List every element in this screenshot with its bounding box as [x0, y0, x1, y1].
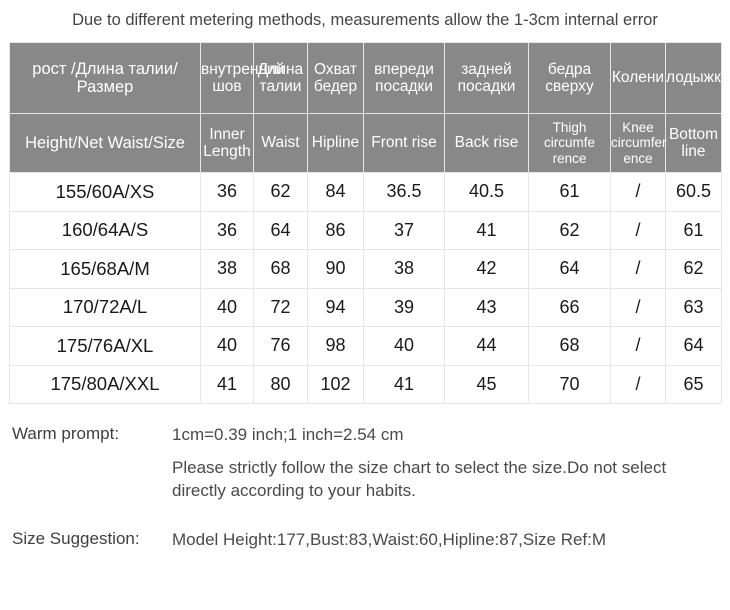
size-cell: 175/80A/XXL [9, 364, 201, 404]
back-rise-cell: 40.5 [444, 172, 529, 212]
hipline-cell: 90 [307, 249, 364, 289]
hipline-cell: 102 [307, 364, 364, 404]
front-rise-cell: 41 [363, 364, 445, 404]
header-en-size: Height/Net Waist/Size [9, 113, 201, 173]
notes-section: Warm prompt: 1cm=0.39 inch;1 inch=2.54 c… [0, 424, 730, 552]
front-rise-cell: 40 [363, 326, 445, 366]
waist-cell: 72 [253, 287, 308, 327]
header-en-front-rise: Front rise [363, 113, 445, 173]
thigh-circumference-cell: 64 [528, 249, 611, 289]
knee-circumference-cell: / [610, 326, 666, 366]
knee-circumference-cell: / [610, 287, 666, 327]
inner-length-cell: 41 [200, 364, 254, 404]
header-row-english: Height/Net Waist/Size Inner Length Waist… [9, 113, 722, 173]
back-rise-cell: 42 [444, 249, 529, 289]
unit-conversion-text: 1cm=0.39 inch;1 inch=2.54 cm [172, 425, 404, 444]
back-rise-cell: 43 [444, 287, 529, 327]
header-ru-bottom: лодыжки [665, 42, 730, 114]
size-suggestion-value: Model Height:177,Bust:83,Waist:60,Hiplin… [172, 529, 607, 549]
header-en-knee: Knee circumfer ence [610, 113, 667, 173]
header-en-hipline: Hipline [307, 113, 364, 173]
size-suggestion-row: Size Suggestion: Model Height:177,Bust:8… [0, 529, 730, 552]
table-row: 165/68A/M 38 68 90 38 42 64/62 [9, 249, 722, 289]
header-ru-front-rise: впереди посадки [363, 42, 445, 114]
size-cell: 170/72A/L [9, 287, 201, 327]
header-ru-thigh: бедра сверху [528, 42, 611, 114]
knee-circumference-cell: / [610, 172, 666, 212]
thigh-circumference-cell: 61 [528, 172, 611, 212]
waist-cell: 76 [253, 326, 308, 366]
size-chart-table: рост /Длина талии/Размер внутренний шов … [9, 42, 730, 404]
table-row: 155/60A/XS 36 62 84 36.5 40.5 61/60.5 [9, 172, 722, 212]
header-en-bottom: Bottom line [665, 113, 722, 173]
size-cell: 160/64A/S [9, 210, 201, 250]
size-chart-container: рост /Длина талии/Размер внутренний шов … [9, 42, 730, 404]
size-selection-instruction: Please strictly follow the size chart to… [172, 457, 667, 500]
bottom-line-cell: 64 [665, 326, 722, 366]
size-cell: 155/60A/XS [9, 172, 201, 212]
table-row: 170/72A/L 40 72 94 39 43 66/63 [9, 287, 722, 327]
inner-length-cell: 40 [200, 326, 254, 366]
knee-circumference-cell: / [610, 364, 666, 404]
waist-cell: 64 [253, 210, 308, 250]
hipline-cell: 94 [307, 287, 364, 327]
waist-cell: 62 [253, 172, 308, 212]
metering-error-notice: Due to different metering methods, measu… [72, 10, 658, 29]
warm-prompt-instruction-row: Please strictly follow the size chart to… [0, 457, 730, 503]
front-rise-cell: 36.5 [363, 172, 445, 212]
knee-circumference-cell: / [610, 210, 666, 250]
header-en-waist: Waist [253, 113, 308, 173]
knee-circumference-cell: / [610, 249, 666, 289]
header-ru-back-rise: задней посадки [444, 42, 529, 114]
table-row: 160/64A/S 36 64 86 37 41 62/61 [9, 210, 722, 250]
back-rise-cell: 44 [444, 326, 529, 366]
table-body: 155/60A/XS 36 62 84 36.5 40.5 61/60.5 160/64A/S… [9, 172, 722, 404]
header-ru-knee: Колени [610, 42, 666, 114]
table-row: 175/80A/XXL 41 80 102 41 45 70/65 [9, 364, 722, 404]
inner-length-cell: 36 [200, 210, 254, 250]
size-cell: 175/76A/XL [9, 326, 201, 366]
header-row-russian: рост /Длина талии/Размер внутренний шов … [9, 42, 730, 114]
thigh-circumference-cell: 70 [528, 364, 611, 404]
warm-prompt-label: Warm prompt: [12, 424, 120, 443]
front-rise-cell: 39 [363, 287, 445, 327]
bottom-line-cell: 61 [665, 210, 722, 250]
thigh-circumference-cell: 66 [528, 287, 611, 327]
bottom-line-cell: 63 [665, 287, 722, 327]
header-en-thigh: Thigh circumfe rence [528, 113, 611, 173]
waist-cell: 80 [253, 364, 308, 404]
back-rise-cell: 41 [444, 210, 529, 250]
thigh-circumference-cell: 62 [528, 210, 611, 250]
header-ru-hipline: Охват бедер [307, 42, 364, 114]
waist-cell: 68 [253, 249, 308, 289]
header-ru-size: рост /Длина талии/Размер [9, 42, 201, 114]
front-rise-cell: 38 [363, 249, 445, 289]
inner-length-cell: 40 [200, 287, 254, 327]
header-en-inner-length: Inner Length [200, 113, 254, 173]
size-suggestion-label: Size Suggestion: [12, 528, 140, 548]
inner-length-cell: 38 [200, 249, 254, 289]
bottom-line-cell: 62 [665, 249, 722, 289]
header-ru-inner-length: внутренний шов [200, 42, 284, 114]
header-ru-waist: Длина талии [253, 42, 308, 114]
hipline-cell: 86 [307, 210, 364, 250]
table-header: рост /Длина талии/Размер внутренний шов … [9, 42, 730, 173]
bottom-line-cell: 65 [665, 364, 722, 404]
back-rise-cell: 45 [444, 364, 529, 404]
bottom-line-cell: 60.5 [665, 172, 722, 212]
inner-length-cell: 36 [200, 172, 254, 212]
size-cell: 165/68A/M [9, 249, 201, 289]
front-rise-cell: 37 [363, 210, 445, 250]
header-en-back-rise: Back rise [444, 113, 529, 173]
hipline-cell: 84 [307, 172, 364, 212]
table-row: 175/76A/XL 40 76 98 40 44 68/64 [9, 326, 722, 366]
thigh-circumference-cell: 68 [528, 326, 611, 366]
warm-prompt-row: Warm prompt: 1cm=0.39 inch;1 inch=2.54 c… [0, 424, 730, 447]
hipline-cell: 98 [307, 326, 364, 366]
